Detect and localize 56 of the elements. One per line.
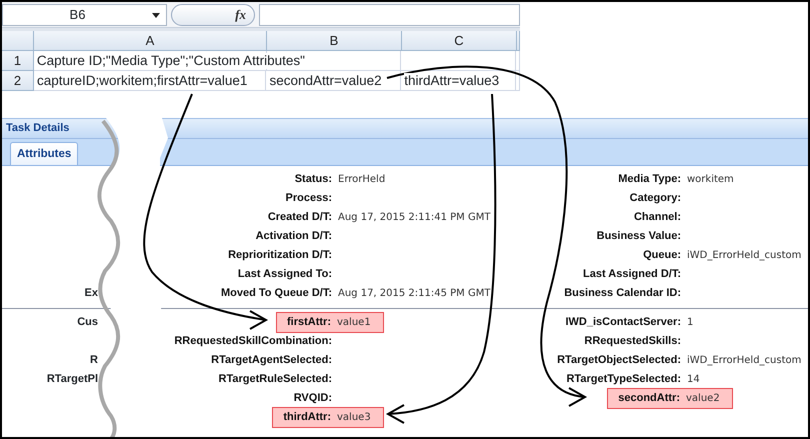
column-header[interactable]: C — [402, 31, 517, 51]
name-box[interactable]: B6 — [2, 4, 167, 26]
field-label: Cus — [77, 316, 98, 328]
field-label: Category: — [630, 191, 681, 206]
column-header[interactable]: B — [267, 31, 402, 51]
field-label: Business Calendar ID: — [564, 286, 681, 302]
select-all-corner[interactable] — [2, 31, 34, 51]
row-header[interactable]: 1 — [2, 51, 34, 71]
caret-icon[interactable] — [152, 12, 160, 18]
field-label: RRequestedSkills: — [584, 334, 681, 350]
tab[interactable]: Attributes — [10, 142, 78, 165]
field-label: RTargetTypeSelected: — [566, 372, 681, 388]
field-label: Media Type: — [618, 172, 681, 188]
field-label: RTargetRuleSelected: — [218, 372, 332, 388]
table-cell: captureID;workitem;firstAttr=value1 — [36, 72, 248, 88]
insert-function-button[interactable]: fx — [235, 5, 246, 25]
field-label: Process: — [286, 191, 332, 206]
field-value: workitem — [687, 174, 734, 186]
field-label: Last Assigned To: — [238, 267, 332, 282]
field-value: iWD_ErrorHeld_custom — [687, 250, 802, 262]
formula-field[interactable] — [259, 4, 520, 26]
field-label: thirdAttr: — [283, 410, 331, 426]
panel-title: Task Details — [2, 118, 808, 139]
field-value: Aug 17, 2015 2:11:45 PM GMT — [338, 288, 490, 300]
table-cell: Capture ID;"Media Type";"Custom Attributes" — [36, 52, 305, 68]
field-value: value1 — [337, 316, 372, 330]
field-label: Created D/T: — [268, 210, 332, 226]
table-cell: thirdAttr=value3 — [404, 72, 500, 88]
field-label: RTargetAgentSelected: — [211, 353, 332, 368]
field-label: IWD_isContactServer: — [565, 315, 681, 330]
field-label: RRequestedSkillCombination: — [174, 334, 332, 350]
field-label: Ex — [84, 287, 98, 300]
field-value: iWD_ErrorHeld_custom — [687, 355, 802, 366]
field-label: firstAttr: — [287, 315, 331, 330]
field-value: 1 — [687, 317, 694, 328]
field-value: value2 — [686, 392, 721, 406]
field-label: RTargetPl — [46, 373, 98, 386]
field-label: Last Assigned D/T: — [583, 267, 681, 282]
field-label: Business Value: — [596, 229, 681, 244]
field-value: value3 — [337, 411, 372, 425]
field-value: ErrorHeld — [338, 174, 386, 186]
field-label: Reprioritization D/T: — [228, 248, 332, 264]
field-label: secondAttr: — [618, 391, 680, 406]
field-label: Channel: — [634, 210, 681, 226]
field-label: Status: — [294, 172, 332, 188]
field-label: R — [90, 354, 98, 366]
field-label: RTargetObjectSelected: — [557, 353, 681, 368]
field-label: Queue: — [643, 248, 681, 264]
field-label: Moved To Queue D/T: — [220, 286, 332, 302]
column-header[interactable]: A — [34, 31, 267, 51]
table-cell: secondAttr=value2 — [269, 72, 382, 88]
field-label: RVQID: — [294, 391, 332, 406]
field-value: Aug 17, 2015 2:11:41 PM GMT — [338, 212, 490, 224]
field-label: Activation D/T: — [256, 229, 332, 244]
field-value: 14 — [687, 374, 700, 386]
row-header[interactable]: 2 — [2, 71, 34, 91]
